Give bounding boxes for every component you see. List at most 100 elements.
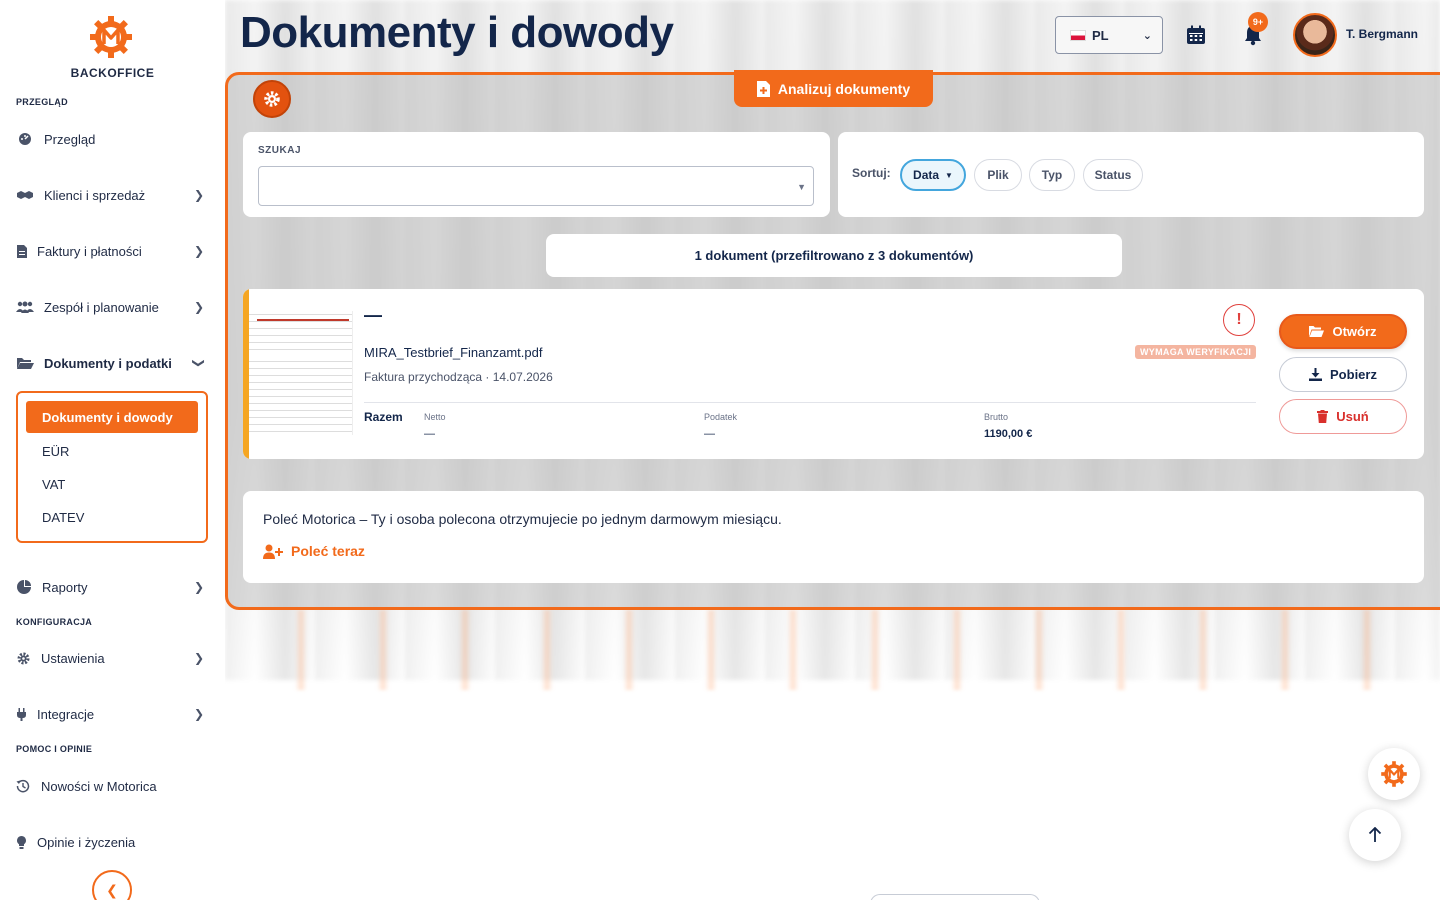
chevron-right-icon: ❯ (193, 651, 204, 665)
chevron-right-icon: ❯ (193, 188, 204, 202)
sidebar-item-overview[interactable]: Przegląd (16, 125, 208, 153)
page-title: Dokumenty i dowody (240, 8, 674, 57)
invoice-icon (16, 244, 28, 258)
submenu-item-documents-proofs[interactable]: Dokumenty i dowody (26, 401, 198, 433)
sidebar: BACKOFFICE PRZEGLĄD Przegląd Klienci i s… (0, 0, 225, 900)
download-icon (1309, 368, 1323, 381)
plug-icon (16, 707, 26, 721)
chevron-right-icon: ❯ (193, 244, 204, 258)
sidebar-item-label: Ustawienia (41, 650, 105, 666)
sidebar-item-label: Opinie i życzenia (37, 834, 136, 850)
totals-label: Razem (364, 410, 403, 424)
chevron-down-icon: ⌄ (1142, 29, 1152, 42)
search-input[interactable] (258, 166, 814, 206)
divider (364, 402, 1256, 403)
notification-badge: 9+ (1248, 12, 1268, 32)
delete-button[interactable]: Usuń (1279, 399, 1407, 434)
analyze-label: Analizuj dokumenty (777, 80, 911, 97)
sort-option-type[interactable]: Typ (1029, 159, 1075, 191)
tax-label: Podatek (704, 412, 738, 422)
sidebar-item-clients[interactable]: Klienci i sprzedaż ❯ (16, 181, 208, 209)
sidebar-item-label: Klienci i sprzedaż (44, 187, 146, 203)
net-value: — (424, 428, 435, 440)
trash-icon (1317, 410, 1329, 423)
sort-card: Sortuj: Data ▼ Plik Typ Status (838, 132, 1424, 217)
chevron-right-icon: ❯ (193, 707, 204, 721)
download-button[interactable]: Pobierz (1279, 357, 1407, 392)
sidebar-item-team[interactable]: Zespół i planowanie ❯ (16, 293, 208, 321)
submenu-item-datev[interactable]: DATEV (42, 510, 84, 525)
sidebar-item-feedback[interactable]: Opinie i życzenia (16, 828, 208, 856)
section-label-help: POMOC I OPINIE (16, 744, 93, 754)
sidebar-item-documents[interactable]: Dokumenty i podatki ❯ (16, 349, 208, 377)
search-label: SZUKAJ (258, 145, 302, 156)
gear-icon (16, 651, 30, 665)
section-label-overview: PRZEGLĄD (16, 97, 68, 107)
users-icon (16, 300, 34, 314)
support-chat-button[interactable] (1368, 748, 1420, 800)
dashboard-icon (16, 132, 34, 146)
status-badge: WYMAGA WERYFIKACJI (1135, 345, 1257, 359)
language-select[interactable]: PL ⌄ (1055, 16, 1163, 54)
sort-option-status[interactable]: Status (1083, 159, 1143, 191)
chevron-right-icon: ❯ (193, 580, 204, 594)
analyze-documents-button[interactable]: Analizuj dokumenty (734, 70, 933, 107)
calendar-icon[interactable] (1185, 24, 1207, 46)
sidebar-item-invoices[interactable]: Faktury i płatności ❯ (16, 237, 208, 265)
documents-submenu: Dokumenty i dowody EÜR VAT DATEV (16, 391, 208, 543)
background-pattern (225, 610, 1440, 690)
referral-link-label: Poleć teraz (291, 543, 365, 559)
sort-label: Sortuj: (852, 166, 891, 180)
handshake-icon (16, 188, 34, 202)
gear-icon (264, 91, 280, 107)
history-icon (16, 779, 30, 793)
folder-open-icon (1309, 326, 1325, 337)
document-filename: MIRA_Testbrief_Finanzamt.pdf (364, 345, 543, 360)
settings-button[interactable] (253, 80, 291, 118)
referral-card: Poleć Motorica – Ty i osoba polecona otr… (243, 491, 1424, 583)
caret-down-icon[interactable]: ▼ (797, 182, 806, 192)
bottom-partial-element (870, 894, 1040, 900)
sort-option-date[interactable]: Data ▼ (900, 159, 966, 191)
submenu-item-vat[interactable]: VAT (42, 477, 65, 492)
sidebar-item-label: Dokumenty i podatki (44, 355, 172, 371)
sort-option-label: Data (913, 168, 940, 182)
sidebar-item-integrations[interactable]: Integracje ❯ (16, 700, 208, 728)
lightbulb-icon (16, 835, 26, 849)
sort-option-file[interactable]: Plik (974, 159, 1022, 191)
sidebar-item-label: Raporty (42, 579, 88, 595)
download-label: Pobierz (1330, 367, 1377, 382)
brand-logo-icon[interactable] (88, 14, 134, 60)
document-title: — (364, 305, 382, 325)
brand-name: BACKOFFICE (70, 66, 155, 80)
document-thumbnail[interactable] (249, 311, 353, 435)
sidebar-item-news[interactable]: Nowości w Motorica (16, 772, 208, 800)
sidebar-item-label: Faktury i płatności (37, 243, 142, 259)
sort-direction-icon: ▼ (945, 170, 953, 180)
sidebar-item-settings[interactable]: Ustawienia ❯ (16, 644, 208, 672)
user-name[interactable]: T. Bergmann (1346, 27, 1418, 41)
sidebar-item-label: Nowości w Motorica (41, 778, 157, 794)
file-plus-icon (756, 80, 770, 97)
results-count: 1 dokument (przefiltrowano z 3 dokumentó… (546, 234, 1122, 277)
tax-value: — (704, 428, 715, 440)
chevron-left-icon: ❮ (106, 881, 118, 898)
collapse-sidebar-button[interactable]: ❮ (92, 870, 132, 900)
open-button[interactable]: Otwórz (1279, 314, 1407, 349)
sidebar-item-reports[interactable]: Raporty ❯ (16, 573, 208, 601)
language-value: PL (1092, 27, 1109, 43)
document-meta: Faktura przychodząca · 14.07.2026 (364, 370, 553, 384)
avatar[interactable] (1293, 13, 1337, 57)
section-label-config: KONFIGURACJA (16, 617, 93, 627)
submenu-item-eur[interactable]: EÜR (42, 444, 69, 459)
chevron-right-icon: ❯ (193, 300, 204, 314)
open-label: Otwórz (1332, 324, 1377, 339)
sidebar-item-label: Zespół i planowanie (44, 299, 159, 315)
arrow-up-icon (1368, 827, 1382, 842)
referral-link[interactable]: Poleć teraz (263, 543, 365, 559)
alert-icon[interactable]: ! (1223, 304, 1255, 336)
sidebar-item-label: Przegląd (44, 131, 96, 147)
gross-value: 1190,00 € (984, 428, 1033, 440)
chevron-down-icon: ❯ (191, 357, 206, 369)
scroll-to-top-button[interactable] (1349, 809, 1401, 861)
